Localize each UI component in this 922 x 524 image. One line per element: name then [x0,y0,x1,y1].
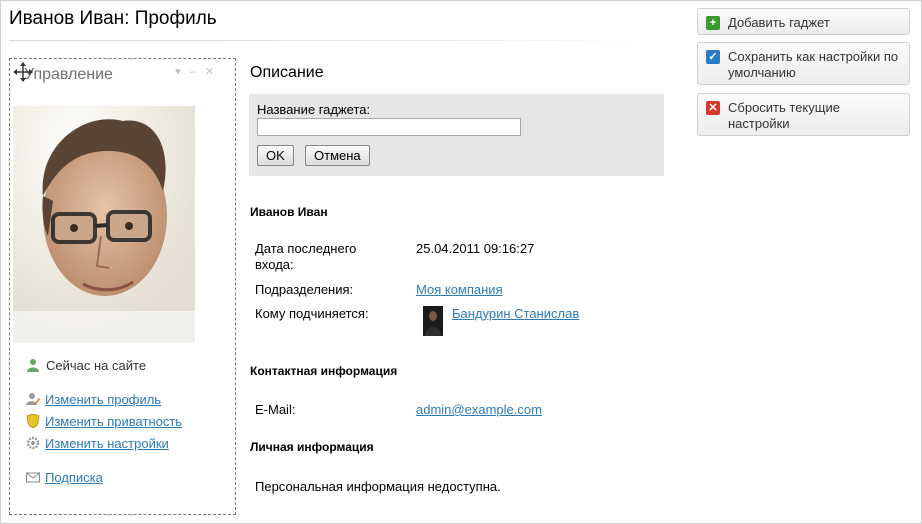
ok-button[interactable]: OK [257,145,294,166]
gadget-title: Управление [24,66,113,83]
gadget-name-label: Название гаджета: [257,102,371,117]
subscription-link[interactable]: Подписка [26,470,103,485]
plus-icon: + [706,16,720,30]
edit-privacy-link[interactable]: Изменить приватность [26,414,182,429]
online-status-text: Сейчас на сайте [46,358,147,373]
online-status: Сейчас на сайте [26,358,146,373]
subscription-mail-icon [26,472,40,483]
manager-label: Кому подчиняется: [255,306,369,321]
user-photo [13,106,195,343]
move-icon[interactable] [12,61,34,83]
gadget-name-input[interactable] [257,118,521,136]
profile-name: Иванов Иван [250,205,328,219]
manager-value[interactable]: Бандурин Станислав [452,306,579,321]
management-gadget: Управление ▾–✕ Сейчас на сайте Изменить … [9,58,236,515]
checkmark-icon: ✓ [706,50,720,64]
email-link[interactable]: admin@example.com [416,402,542,417]
email-value[interactable]: admin@example.com [416,402,542,417]
edit-profile-label[interactable]: Изменить профиль [45,392,161,407]
last-login-label: Дата последнего входа: [255,241,357,272]
page-title: Иванов Иван: Профиль [9,8,217,29]
departments-label: Подразделения: [255,282,354,297]
email-label: E-Mail: [255,402,296,417]
departments-value[interactable]: Моя компания [416,282,503,297]
edit-profile-link[interactable]: Изменить профиль [26,392,161,407]
add-gadget-label[interactable]: Добавить гаджет [728,15,830,31]
save-default-label[interactable]: Сохранить как настройки по умолчанию [728,49,906,81]
cancel-button[interactable]: Отмена [305,145,370,166]
description-title: Описание [250,64,324,81]
online-user-icon [27,359,39,372]
cross-icon: ✕ [706,101,720,115]
manager-avatar[interactable] [423,306,443,336]
personal-info-title: Личная информация [250,440,374,454]
reset-settings-button[interactable]: ✕ Сбросить текущие настройки [697,93,910,136]
contact-info-title: Контактная информация [250,364,398,378]
last-login-value: 25.04.2011 09:16:27 [416,241,535,256]
save-default-button[interactable]: ✓ Сохранить как настройки по умолчанию [697,42,910,85]
subscription-label[interactable]: Подписка [45,470,103,485]
manager-link[interactable]: Бандурин Станислав [452,306,579,321]
add-gadget-button[interactable]: + Добавить гаджет [697,8,910,35]
departments-link[interactable]: Моя компания [416,282,503,297]
settings-gear-icon [26,436,40,450]
title-divider [9,40,631,41]
edit-settings-link[interactable]: Изменить настройки [26,436,169,451]
edit-settings-label[interactable]: Изменить настройки [45,436,169,451]
edit-privacy-label[interactable]: Изменить приватность [45,414,182,429]
gadget-controls[interactable]: ▾–✕ [175,65,223,78]
edit-profile-icon [26,393,40,405]
reset-settings-label[interactable]: Сбросить текущие настройки [728,100,878,132]
privacy-shield-icon [26,414,40,428]
rename-gadget-panel: Название гаджета: OK Отмена [249,94,664,176]
personal-info-text: Персональная информация недоступна. [255,479,501,494]
